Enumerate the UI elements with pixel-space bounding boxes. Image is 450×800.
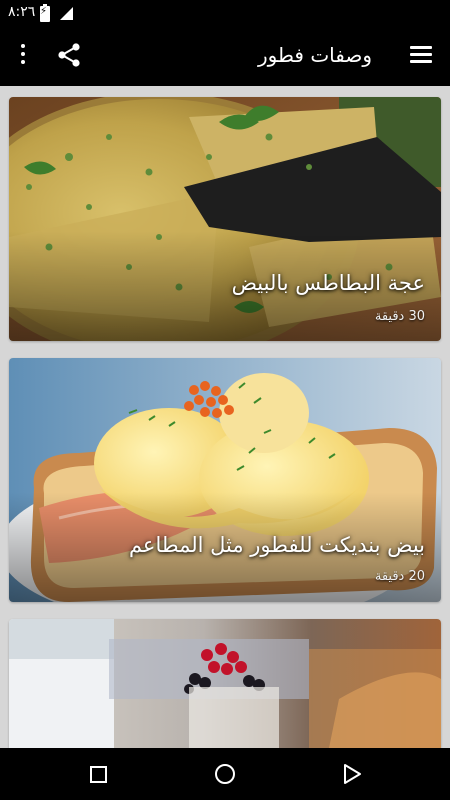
app-bar: وصفات فطور	[0, 26, 450, 86]
recents-square-icon[interactable]	[90, 766, 107, 783]
recipe-card[interactable]	[9, 619, 441, 748]
app-title: وصفات فطور	[258, 43, 372, 67]
signal-icon	[60, 7, 73, 20]
recipe-card[interactable]: عجة البطاطس بالبيض 30 دقيقة	[9, 97, 441, 341]
recipe-image-frittata	[9, 97, 441, 341]
status-time: ٨:٢٦	[8, 4, 36, 20]
recipe-card[interactable]: بيض بنديكت للفطور مثل المطاعم 20 دقيقة	[9, 358, 441, 602]
home-circle-icon[interactable]	[215, 764, 235, 784]
hamburger-menu-icon[interactable]	[410, 46, 432, 64]
recipe-image-berries	[9, 619, 441, 748]
back-triangle-icon[interactable]	[342, 763, 362, 785]
recipe-list[interactable]: عجة البطاطس بالبيض 30 دقيقة بيض بنديكت ل…	[0, 86, 450, 748]
status-bar: ٨:٢٦	[0, 0, 450, 26]
recipe-title: عجة البطاطس بالبيض	[231, 271, 425, 295]
share-icon[interactable]	[56, 42, 82, 68]
more-vert-icon[interactable]	[16, 44, 30, 68]
recipe-time: 30 دقيقة	[374, 309, 425, 324]
battery-charging-icon	[40, 4, 50, 22]
recipe-time: 20 دقيقة	[374, 569, 425, 584]
navigation-bar	[0, 748, 450, 800]
screen: ٨:٢٦ وصفات فطور	[0, 0, 450, 800]
recipe-title: بيض بنديكت للفطور مثل المطاعم	[128, 533, 425, 557]
recipe-image-eggs-benedict	[9, 358, 441, 602]
